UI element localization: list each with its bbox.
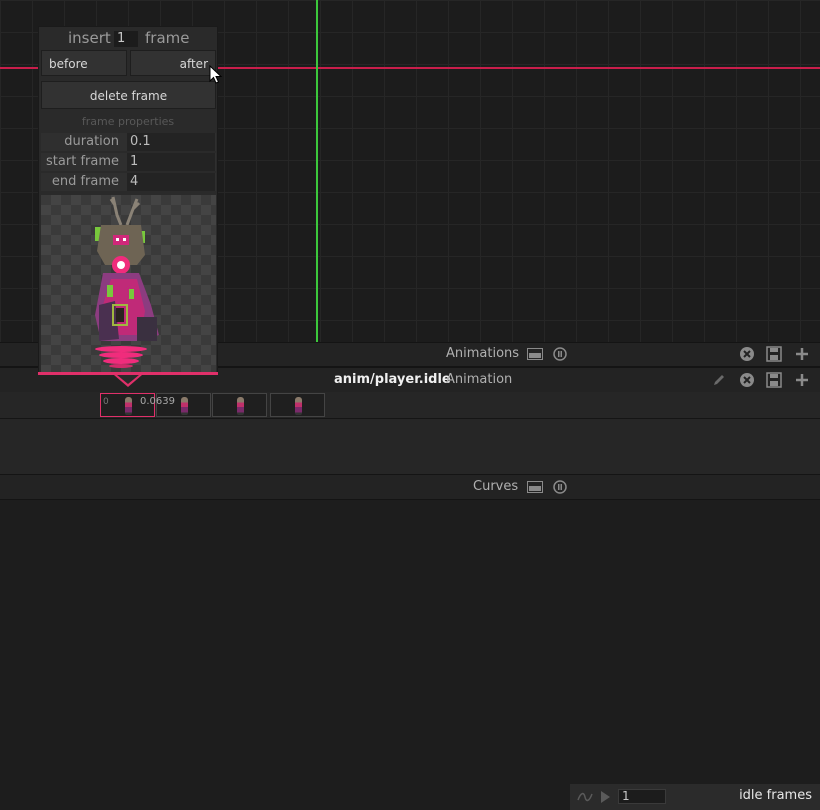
frame-slot[interactable] [212, 393, 267, 417]
end-frame-label: end frame [51, 174, 119, 189]
add-icon[interactable] [793, 371, 811, 389]
duration-row: duration 0.1 [41, 133, 216, 151]
panel-toggle-icon[interactable] [526, 478, 544, 496]
timeline-empty-area [0, 419, 820, 474]
loop-count-input[interactable]: 1 [618, 789, 666, 804]
frame-thumbnail [125, 397, 132, 415]
save-icon[interactable] [765, 345, 783, 363]
end-frame-row: end frame 4 [41, 173, 216, 191]
insert-row: insert 1 frame [39, 29, 217, 49]
clip-controls: 1 idle frames [570, 784, 820, 810]
info-icon[interactable] [551, 478, 569, 496]
insert-count-input[interactable]: 1 [114, 31, 138, 47]
close-icon[interactable] [738, 345, 756, 363]
play-icon[interactable] [596, 788, 614, 806]
frame-timeline[interactable]: 0 0.0639 1 idle frames [0, 392, 820, 810]
animations-title: Animations [446, 346, 520, 361]
curve-icon[interactable] [576, 788, 594, 806]
curves-title: Curves [473, 479, 519, 494]
frame-duration-label: 0.0639 [140, 396, 175, 407]
popup-pointer-inner [117, 375, 139, 384]
frame-thumbnail [295, 397, 302, 415]
start-frame-label: start frame [46, 154, 119, 169]
add-icon[interactable] [793, 345, 811, 363]
frame-thumbnail [237, 397, 244, 415]
start-frame-row: start frame 1 [41, 153, 216, 171]
save-icon[interactable] [765, 371, 783, 389]
start-frame-field[interactable]: 1 [127, 153, 215, 171]
y-axis-line [316, 0, 318, 342]
frame-properties-title: frame properties [81, 115, 175, 128]
duration-label: duration [64, 134, 119, 149]
clip-name-label: idle frames [739, 788, 812, 803]
edit-icon[interactable] [710, 371, 728, 389]
insert-label: insert [68, 29, 111, 47]
character-sprite [95, 196, 159, 368]
curves-bar: Curves [0, 474, 820, 500]
info-icon[interactable] [551, 345, 569, 363]
close-icon[interactable] [738, 371, 756, 389]
frame-label: frame [145, 29, 190, 47]
insert-after-button[interactable]: after [130, 50, 216, 76]
animation-name: anim/player.idle [334, 372, 451, 387]
frame-slot[interactable] [270, 393, 325, 417]
animation-title: Animation [446, 372, 513, 387]
end-frame-field[interactable]: 4 [127, 173, 215, 191]
sprite-preview [41, 195, 216, 373]
frame-popup: insert 1 frame before after delete frame… [38, 26, 218, 374]
delete-frame-button[interactable]: delete frame [41, 81, 216, 109]
panel-toggle-icon[interactable] [526, 345, 544, 363]
mouse-cursor-icon [209, 65, 223, 84]
frame-index-label: 0 [103, 397, 109, 407]
duration-field[interactable]: 0.1 [127, 133, 215, 151]
insert-before-button[interactable]: before [41, 50, 127, 76]
frame-thumbnail [181, 397, 188, 415]
